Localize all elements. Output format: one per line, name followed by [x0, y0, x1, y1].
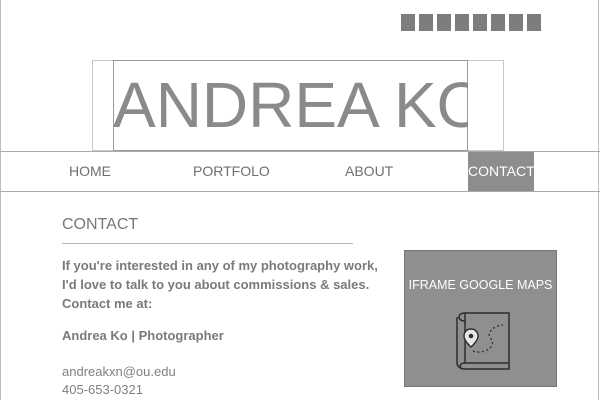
nav-portfolio[interactable]: PORTFOLO — [193, 152, 270, 191]
page-frame-left — [0, 0, 1, 400]
intro-line: If you're interested in any of my photog… — [62, 258, 378, 273]
social-icon-6[interactable] — [491, 14, 505, 31]
site-logo[interactable]: ANDREA KO — [113, 60, 468, 151]
social-icon-8[interactable] — [527, 14, 541, 31]
nav-contact[interactable]: CONTACT — [468, 152, 535, 191]
contact-phone[interactable]: 405-653-0321 — [62, 382, 143, 397]
social-icon-3[interactable] — [437, 14, 451, 31]
contact-intro: If you're interested in any of my photog… — [62, 256, 378, 313]
social-icon-2[interactable] — [419, 14, 433, 31]
main-nav: HOME PORTFOLO ABOUT CONTACT — [0, 151, 600, 192]
nav-home[interactable]: HOME — [69, 152, 111, 191]
page-frame-right — [598, 0, 599, 400]
nav-about[interactable]: ABOUT — [345, 152, 393, 191]
intro-line: Contact me at: — [62, 296, 153, 311]
social-icon-1[interactable] — [401, 14, 415, 31]
social-links — [401, 14, 541, 31]
map-pin-icon — [456, 312, 510, 370]
intro-line: I'd love to talk to you about commission… — [62, 277, 370, 292]
title-divider — [62, 243, 353, 244]
contact-email[interactable]: andreakxn@ou.edu — [62, 364, 176, 379]
social-icon-7[interactable] — [509, 14, 523, 31]
contact-signature: Andrea Ko | Photographer — [62, 328, 224, 343]
social-icon-4[interactable] — [455, 14, 469, 31]
map-label: IFRAME GOOGLE MAPS — [408, 278, 553, 292]
section-title: CONTACT — [62, 216, 139, 233]
map-embed[interactable]: IFRAME GOOGLE MAPS — [404, 250, 557, 387]
social-icon-5[interactable] — [473, 14, 487, 31]
